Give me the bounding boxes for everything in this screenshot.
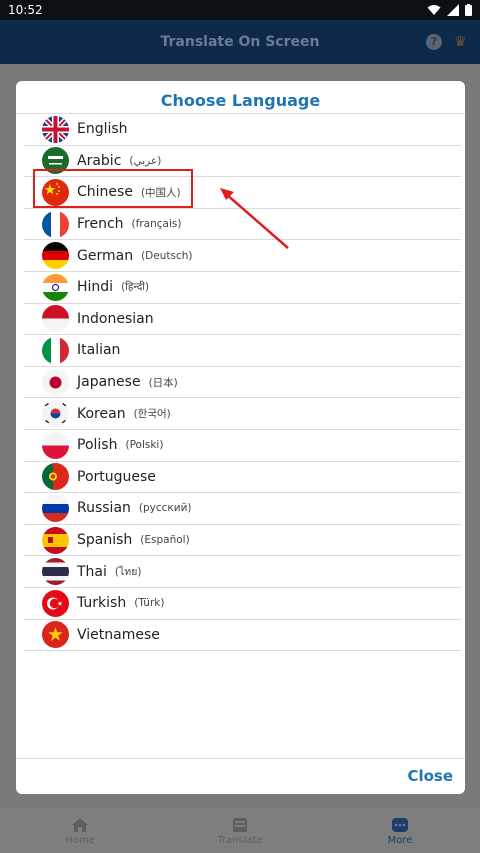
more-icon xyxy=(392,817,408,832)
nav-home-label: Home xyxy=(65,834,95,846)
close-button[interactable]: Close xyxy=(407,767,453,785)
app-header: Translate On Screen ? ♛ xyxy=(0,20,480,64)
language-name: Polish xyxy=(77,437,118,454)
poland-flag-icon xyxy=(42,431,69,459)
battery-icon xyxy=(465,4,472,16)
india-flag-icon xyxy=(42,273,69,301)
language-item-thai[interactable]: Thai (ไทย) xyxy=(24,556,461,588)
app-title: Translate On Screen xyxy=(160,34,320,50)
crown-icon[interactable]: ♛ xyxy=(454,34,470,50)
status-time: 10:52 xyxy=(8,3,43,17)
nav-more[interactable]: More xyxy=(320,809,480,853)
dialog-title: Choose Language xyxy=(16,81,465,114)
language-native: (français) xyxy=(131,218,182,231)
language-item-indonesian[interactable]: Indonesian xyxy=(24,304,461,336)
indonesia-flag-icon xyxy=(42,305,69,333)
nav-home[interactable]: Home xyxy=(0,809,160,853)
spain-flag-icon xyxy=(42,526,69,554)
language-native: (ไทย) xyxy=(114,566,142,579)
language-name: German xyxy=(77,247,134,264)
language-name: Russian xyxy=(77,500,131,517)
france-flag-icon xyxy=(42,210,69,238)
nav-translate[interactable]: Translate xyxy=(160,809,320,853)
language-native: (日本) xyxy=(148,376,178,389)
status-bar: 10:52 xyxy=(0,0,480,20)
language-native: (Türk) xyxy=(134,597,165,610)
dialog-footer: Close xyxy=(16,758,465,794)
turkey-flag-icon xyxy=(42,589,69,617)
germany-flag-icon xyxy=(42,242,69,270)
language-item-russian[interactable]: Russian (русский) xyxy=(24,493,461,525)
translate-icon xyxy=(233,817,247,832)
language-name: English xyxy=(77,121,128,138)
nav-more-label: More xyxy=(387,834,413,846)
wifi-icon xyxy=(427,5,441,15)
bottom-nav: Home Translate More xyxy=(0,809,480,853)
italy-flag-icon xyxy=(42,336,69,364)
help-icon[interactable]: ? xyxy=(426,34,442,50)
language-name: Japanese xyxy=(77,374,141,391)
language-name: Hindi xyxy=(77,279,114,296)
language-name: Thai xyxy=(77,563,107,580)
language-native: (हिन्दी) xyxy=(121,281,150,294)
language-item-hindi[interactable]: Hindi (हिन्दी) xyxy=(24,272,461,304)
signal-icon xyxy=(447,4,459,16)
language-native: (한국어) xyxy=(133,408,171,421)
thailand-flag-icon xyxy=(42,558,69,586)
language-item-spanish[interactable]: Spanish (Español) xyxy=(24,525,461,557)
korea-flag-icon xyxy=(42,400,69,428)
language-item-japanese[interactable]: Japanese (日本) xyxy=(24,367,461,399)
language-name: Korean xyxy=(77,405,126,422)
language-item-turkish[interactable]: Turkish (Türk) xyxy=(24,588,461,620)
language-item-portuguese[interactable]: Portuguese xyxy=(24,462,461,494)
language-item-korean[interactable]: Korean (한국어) xyxy=(24,398,461,430)
japan-flag-icon xyxy=(42,368,69,396)
vietnam-flag-icon xyxy=(42,621,69,649)
uk-flag-icon xyxy=(42,115,69,143)
language-native: (Deutsch) xyxy=(141,249,193,262)
language-item-polish[interactable]: Polish (Polski) xyxy=(24,430,461,462)
language-name: French xyxy=(77,216,124,233)
language-name: Italian xyxy=(77,342,121,359)
language-item-english[interactable]: English xyxy=(24,114,461,146)
russia-flag-icon xyxy=(42,494,69,522)
language-native: (русский) xyxy=(138,502,192,515)
language-native: (Español) xyxy=(140,534,190,547)
portugal-flag-icon xyxy=(42,463,69,491)
language-name: Indonesian xyxy=(77,310,154,327)
home-icon xyxy=(72,817,88,832)
language-name: Spanish xyxy=(77,532,133,549)
red-arrow-annotation xyxy=(220,188,289,249)
language-name: Vietnamese xyxy=(77,626,160,643)
nav-translate-label: Translate xyxy=(217,834,263,846)
language-name: Portuguese xyxy=(77,468,156,485)
language-native: (عربي) xyxy=(129,154,162,167)
language-item-italian[interactable]: Italian xyxy=(24,335,461,367)
language-name: Arabic xyxy=(77,152,122,169)
language-native: (Polski) xyxy=(125,439,164,452)
language-item-vietnamese[interactable]: Vietnamese xyxy=(24,620,461,652)
highlight-box xyxy=(33,169,193,208)
language-name: Turkish xyxy=(77,595,127,612)
